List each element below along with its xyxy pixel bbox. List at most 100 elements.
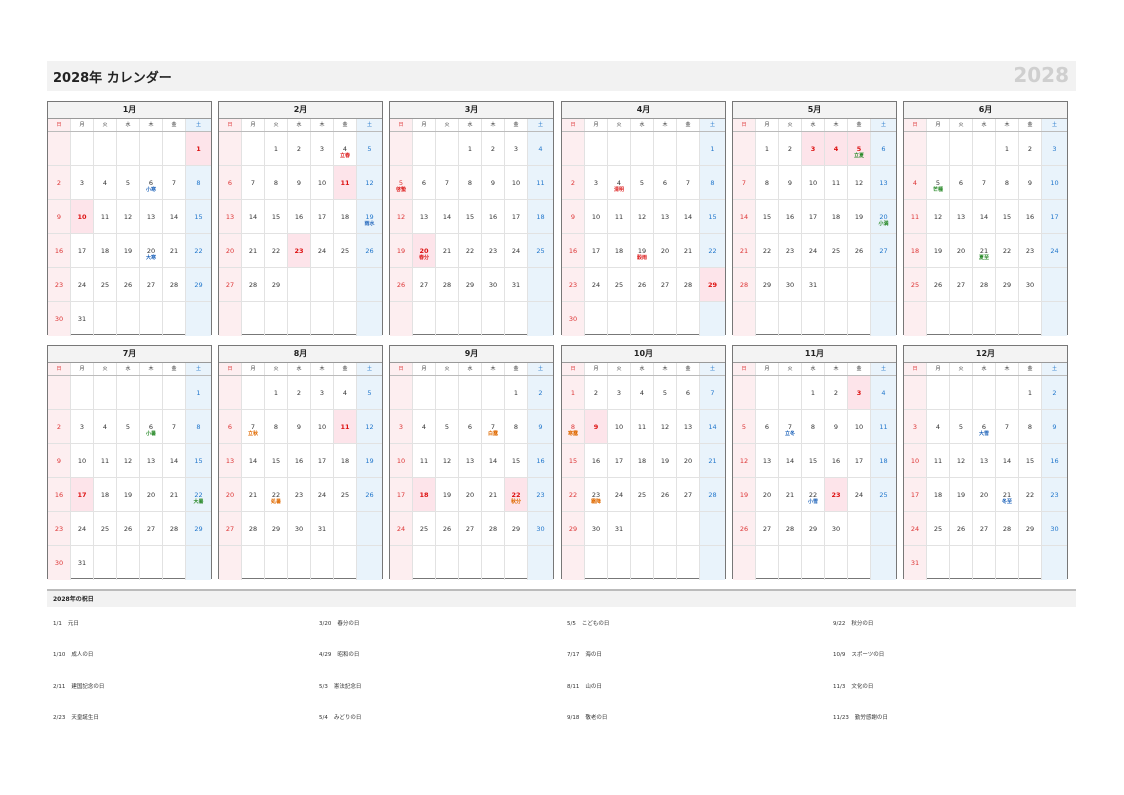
- day-cell[interactable]: 11: [904, 200, 927, 234]
- day-cell[interactable]: 28: [700, 478, 725, 512]
- day-cell[interactable]: 26: [950, 512, 973, 546]
- day-cell[interactable]: 7: [163, 166, 186, 200]
- day-cell[interactable]: 7: [242, 166, 265, 200]
- day-cell[interactable]: 13: [756, 444, 779, 478]
- day-cell[interactable]: 20: [140, 478, 163, 512]
- day-cell[interactable]: 19 穀雨: [631, 234, 654, 268]
- day-cell[interactable]: 3: [390, 410, 413, 444]
- day-cell[interactable]: 2: [48, 410, 71, 444]
- day-cell[interactable]: 18: [94, 234, 117, 268]
- day-cell[interactable]: 16: [779, 200, 802, 234]
- day-cell[interactable]: 19 雨水: [357, 200, 382, 234]
- day-cell[interactable]: 8: [756, 166, 779, 200]
- day-cell[interactable]: 14: [436, 200, 459, 234]
- day-cell[interactable]: 17: [904, 478, 927, 512]
- day-cell[interactable]: 25: [94, 512, 117, 546]
- day-cell[interactable]: 13: [140, 200, 163, 234]
- day-cell[interactable]: 18: [334, 444, 357, 478]
- day-cell[interactable]: 31: [802, 268, 825, 302]
- day-cell[interactable]: 15: [700, 200, 725, 234]
- day-cell[interactable]: 25: [334, 478, 357, 512]
- day-cell[interactable]: 1: [265, 376, 288, 410]
- day-cell[interactable]: 2: [1019, 132, 1042, 166]
- day-cell[interactable]: 29: [186, 512, 211, 546]
- day-cell[interactable]: 27: [219, 268, 242, 302]
- day-cell[interactable]: 17: [585, 234, 608, 268]
- day-cell[interactable]: 20: [756, 478, 779, 512]
- day-cell[interactable]: 5: [117, 166, 140, 200]
- day-cell[interactable]: 23: [562, 268, 585, 302]
- day-cell[interactable]: 21: [482, 478, 505, 512]
- day-cell[interactable]: 13: [654, 200, 677, 234]
- day-cell[interactable]: 9: [585, 410, 608, 444]
- day-cell[interactable]: 18: [608, 234, 631, 268]
- day-cell[interactable]: 13: [677, 410, 700, 444]
- day-cell[interactable]: 14: [163, 200, 186, 234]
- day-cell[interactable]: 10: [505, 166, 528, 200]
- day-cell[interactable]: 3: [585, 166, 608, 200]
- day-cell[interactable]: 1: [700, 132, 725, 166]
- day-cell[interactable]: 15: [265, 200, 288, 234]
- day-cell[interactable]: 9: [48, 444, 71, 478]
- day-cell[interactable]: 8 寒露: [562, 410, 585, 444]
- day-cell[interactable]: 28: [482, 512, 505, 546]
- day-cell[interactable]: 15: [459, 200, 482, 234]
- day-cell[interactable]: 9: [482, 166, 505, 200]
- day-cell[interactable]: 16: [288, 200, 311, 234]
- day-cell[interactable]: 18: [94, 478, 117, 512]
- day-cell[interactable]: 19: [950, 478, 973, 512]
- day-cell[interactable]: 14: [482, 444, 505, 478]
- day-cell[interactable]: 18: [927, 478, 950, 512]
- day-cell[interactable]: 2: [288, 376, 311, 410]
- day-cell[interactable]: 22 小雪: [802, 478, 825, 512]
- day-cell[interactable]: 4 立春: [334, 132, 357, 166]
- day-cell[interactable]: 14: [242, 200, 265, 234]
- day-cell[interactable]: 25: [825, 234, 848, 268]
- day-cell[interactable]: 22: [996, 234, 1019, 268]
- day-cell[interactable]: 11: [334, 410, 357, 444]
- day-cell[interactable]: 28: [996, 512, 1019, 546]
- day-cell[interactable]: 29: [802, 512, 825, 546]
- day-cell[interactable]: 10: [585, 200, 608, 234]
- day-cell[interactable]: 16: [288, 444, 311, 478]
- day-cell[interactable]: 2: [585, 376, 608, 410]
- day-cell[interactable]: 10: [608, 410, 631, 444]
- day-cell[interactable]: 9: [779, 166, 802, 200]
- day-cell[interactable]: 6 小暑: [140, 410, 163, 444]
- day-cell[interactable]: 21 冬至: [996, 478, 1019, 512]
- day-cell[interactable]: 8: [186, 410, 211, 444]
- day-cell[interactable]: 29: [186, 268, 211, 302]
- day-cell[interactable]: 6 小寒: [140, 166, 163, 200]
- day-cell[interactable]: 14: [677, 200, 700, 234]
- day-cell[interactable]: 17: [311, 200, 334, 234]
- day-cell[interactable]: 19: [390, 234, 413, 268]
- day-cell[interactable]: 1: [265, 132, 288, 166]
- day-cell[interactable]: 13: [140, 444, 163, 478]
- day-cell[interactable]: 3: [904, 410, 927, 444]
- day-cell[interactable]: 11: [334, 166, 357, 200]
- day-cell[interactable]: 23: [482, 234, 505, 268]
- day-cell[interactable]: 4 清明: [608, 166, 631, 200]
- day-cell[interactable]: 7: [677, 166, 700, 200]
- day-cell[interactable]: 14: [996, 444, 1019, 478]
- day-cell[interactable]: 12: [848, 166, 871, 200]
- day-cell[interactable]: 23: [48, 268, 71, 302]
- day-cell[interactable]: 9: [825, 410, 848, 444]
- day-cell[interactable]: 18: [825, 200, 848, 234]
- day-cell[interactable]: 11: [94, 200, 117, 234]
- day-cell[interactable]: 30: [482, 268, 505, 302]
- day-cell[interactable]: 24: [71, 268, 94, 302]
- day-cell[interactable]: 3: [848, 376, 871, 410]
- day-cell[interactable]: 30: [1019, 268, 1042, 302]
- day-cell[interactable]: 17: [390, 478, 413, 512]
- day-cell[interactable]: 24: [904, 512, 927, 546]
- day-cell[interactable]: 16: [528, 444, 553, 478]
- day-cell[interactable]: 3: [1042, 132, 1067, 166]
- day-cell[interactable]: 1: [562, 376, 585, 410]
- day-cell[interactable]: 11: [608, 200, 631, 234]
- day-cell[interactable]: 5: [950, 410, 973, 444]
- day-cell[interactable]: 5: [436, 410, 459, 444]
- day-cell[interactable]: 25: [904, 268, 927, 302]
- day-cell[interactable]: 17: [311, 444, 334, 478]
- day-cell[interactable]: 2: [1042, 376, 1067, 410]
